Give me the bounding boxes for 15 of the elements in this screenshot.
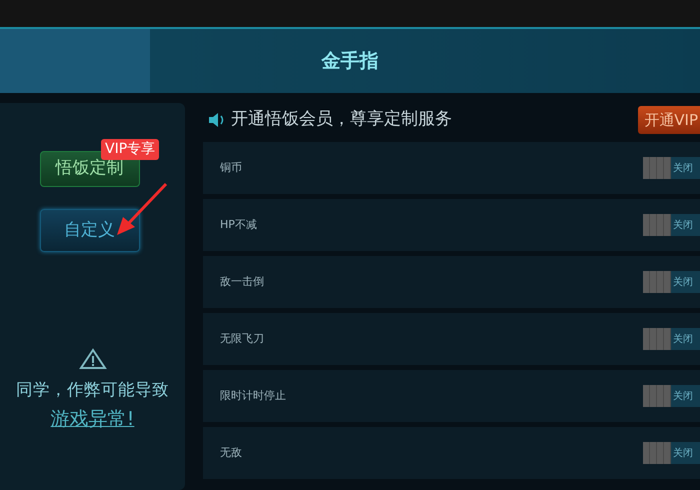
- cheat-name: 限时计时停止: [220, 388, 286, 404]
- warning-icon: [78, 348, 106, 370]
- warning-link[interactable]: 游戏异常!: [50, 404, 134, 434]
- promo-text: 开通悟饭会员，尊享定制服务: [231, 108, 452, 132]
- cheat-name: 无敌: [220, 444, 242, 461]
- cheat-name: HP不减: [220, 216, 257, 233]
- arrow-icon: [115, 181, 169, 237]
- page-title: 金手指: [322, 48, 378, 74]
- open-vip-button[interactable]: 开通VIP: [638, 106, 700, 134]
- custom-button[interactable]: 自定义: [40, 208, 140, 252]
- cheat-name: 铜币: [220, 160, 242, 176]
- cheat-name: 无限飞刀: [220, 330, 264, 347]
- vip-badge: VIP专享: [101, 139, 160, 160]
- cheat-name: 敌一击倒: [220, 274, 264, 290]
- warning-text: 同学，作弊可能导致: [16, 379, 169, 401]
